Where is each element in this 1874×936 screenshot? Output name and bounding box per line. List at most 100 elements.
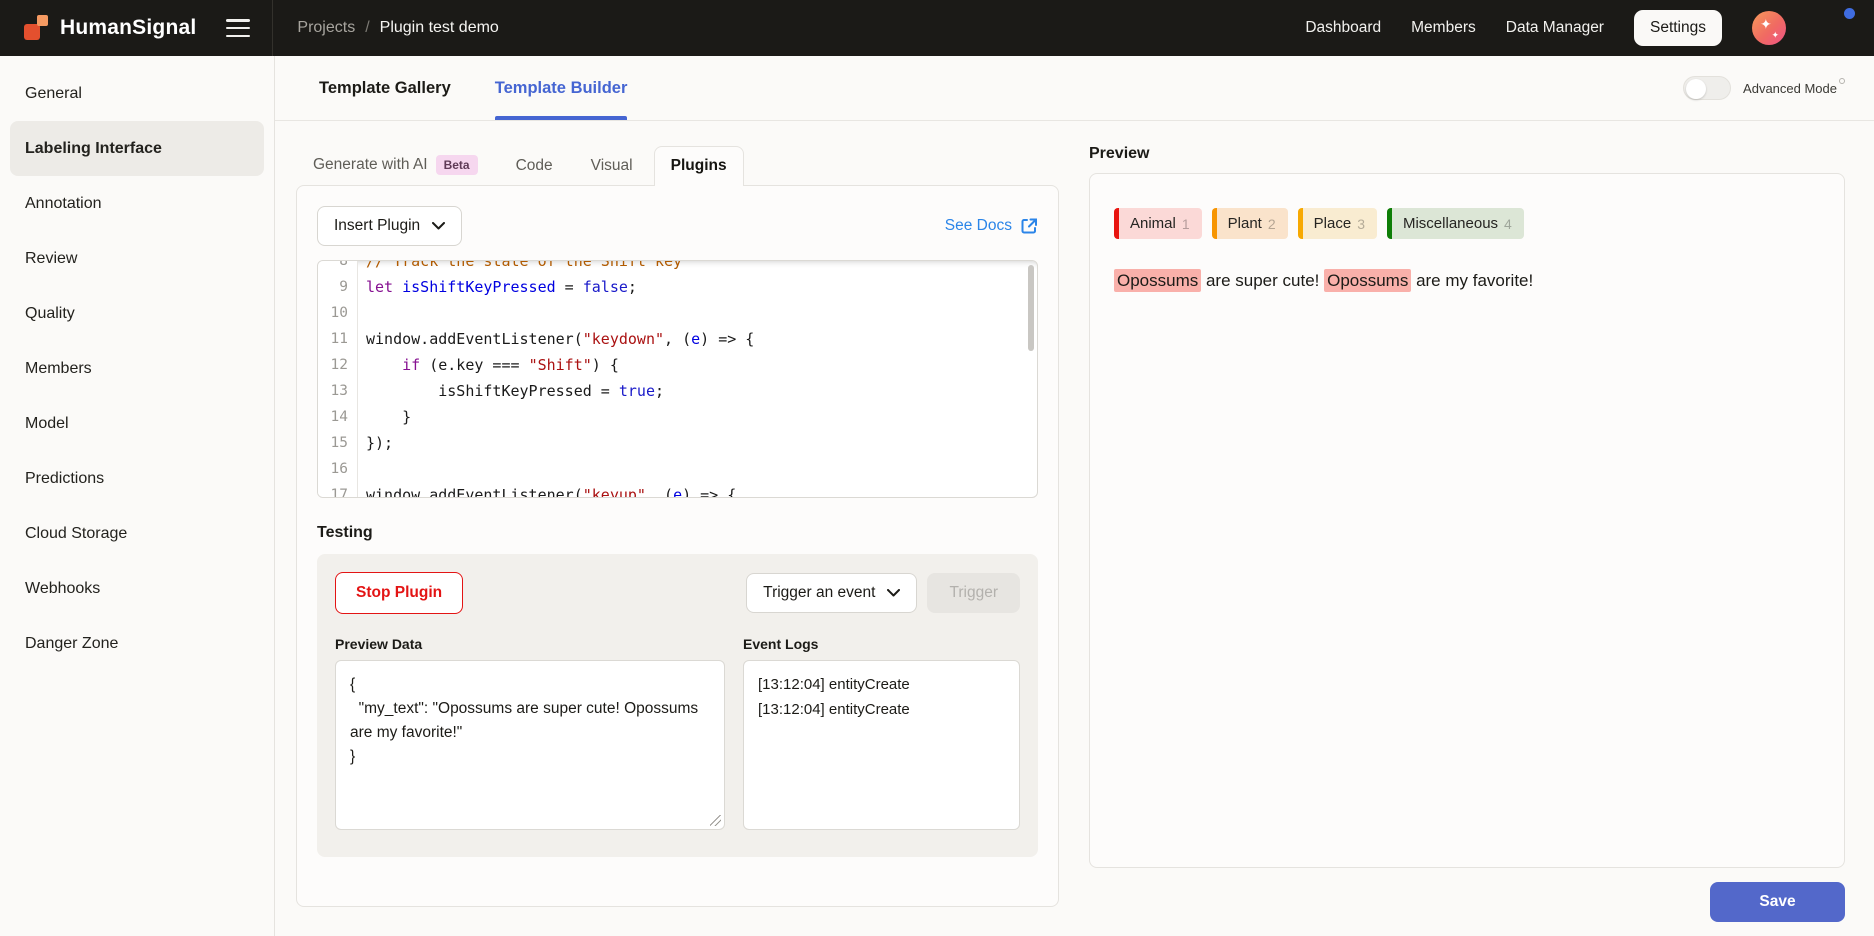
code-content: } <box>358 404 411 430</box>
trigger-button[interactable]: Trigger <box>927 573 1020 613</box>
nav-item-settings[interactable]: Settings <box>1634 10 1722 46</box>
sidebar-item-general[interactable]: General <box>10 66 264 121</box>
label-hotkey: 3 <box>1357 216 1377 232</box>
code-line: 15}); <box>318 430 1037 456</box>
template-tabs-header: Template Gallery Template Builder Advance… <box>275 56 1874 121</box>
code-content: window.addEventListener("keyup", (e) => … <box>358 482 736 498</box>
brand-name: HumanSignal <box>60 16 196 40</box>
preview-data-label: Preview Data <box>335 636 725 652</box>
label-name: Miscellaneous <box>1392 215 1504 232</box>
sidebar-item-predictions[interactable]: Predictions <box>10 451 264 506</box>
code-content: }); <box>358 430 393 456</box>
resize-handle-icon[interactable] <box>710 815 721 826</box>
hamburger-menu-icon[interactable] <box>226 19 250 37</box>
highlighted-region[interactable]: Opossums <box>1114 269 1201 292</box>
chevron-down-icon <box>432 222 445 230</box>
subtab-label: Visual <box>591 157 633 175</box>
line-number: 13 <box>318 378 358 404</box>
code-content: window.addEventListener("keydown", (e) =… <box>358 326 754 352</box>
event-logs-box: [13:12:04] entityCreate[13:12:04] entity… <box>743 660 1020 830</box>
line-number: 17 <box>318 482 358 498</box>
stop-plugin-button[interactable]: Stop Plugin <box>335 572 463 614</box>
event-log-entry: [13:12:04] entityCreate <box>758 698 1005 723</box>
line-number: 8 <box>318 260 358 274</box>
sidebar-item-cloud-storage[interactable]: Cloud Storage <box>10 506 264 561</box>
label-tag-place[interactable]: Place3 <box>1298 208 1377 239</box>
preview-data-textarea[interactable]: { "my_text": "Opossums are super cute! O… <box>335 660 725 830</box>
code-line: 11window.addEventListener("keydown", (e)… <box>318 326 1037 352</box>
nav-item-dashboard[interactable]: Dashboard <box>1305 19 1381 37</box>
trigger-event-select[interactable]: Trigger an event <box>746 573 917 613</box>
code-line: 17window.addEventListener("keyup", (e) =… <box>318 482 1037 498</box>
testing-panel: Stop Plugin Trigger an event Trigger <box>317 554 1038 857</box>
code-content: if (e.key === "Shift") { <box>358 352 619 378</box>
info-dot-icon <box>1839 78 1845 84</box>
template-tabs: Template Gallery Template Builder <box>319 56 627 120</box>
settings-sidebar: GeneralLabeling InterfaceAnnotationRevie… <box>0 56 275 936</box>
subtab-label: Plugins <box>671 157 727 175</box>
user-avatar[interactable] <box>1816 9 1854 47</box>
tab-template-gallery[interactable]: Template Gallery <box>319 56 451 120</box>
breadcrumb-projects-link[interactable]: Projects <box>297 19 355 37</box>
code-content <box>358 300 366 326</box>
highlighted-region[interactable]: Opossums <box>1324 269 1411 292</box>
breadcrumb-separator: / <box>365 19 369 37</box>
builder-subtabs: Generate with AI Beta Code Visual Plugins <box>296 141 1059 185</box>
code-content <box>358 456 366 482</box>
label-hotkey: 1 <box>1182 216 1202 232</box>
sidebar-item-labeling-interface[interactable]: Labeling Interface <box>10 121 264 176</box>
line-number: 16 <box>318 456 358 482</box>
template-builder-section: Generate with AI Beta Code Visual Plugins In… <box>296 121 1059 936</box>
plugins-panel: Insert Plugin See Docs <box>296 185 1059 907</box>
advanced-mode-control: Advanced Mode <box>1683 76 1845 100</box>
subtab-code[interactable]: Code <box>499 146 570 185</box>
nav-item-members[interactable]: Members <box>1411 19 1476 37</box>
nav-item-data-manager[interactable]: Data Manager <box>1506 19 1604 37</box>
code-content: isShiftKeyPressed = true; <box>358 378 664 404</box>
sidebar-item-danger-zone[interactable]: Danger Zone <box>10 616 264 671</box>
top-nav: Dashboard Members Data Manager Settings <box>1305 10 1722 46</box>
ai-assistant-button[interactable]: ✦✦ <box>1752 11 1786 45</box>
advanced-mode-toggle[interactable] <box>1683 76 1731 100</box>
sidebar-item-quality[interactable]: Quality <box>10 286 264 341</box>
code-line: 14 } <box>318 404 1037 430</box>
subtab-label: Generate with AI <box>313 156 428 174</box>
label-hotkey: 4 <box>1504 216 1524 232</box>
line-number: 11 <box>318 326 358 352</box>
sidebar-item-webhooks[interactable]: Webhooks <box>10 561 264 616</box>
breadcrumb: Projects / Plugin test demo <box>297 19 498 37</box>
top-bar: HumanSignal Projects / Plugin test demo … <box>0 0 1874 56</box>
subtab-generate-with-ai[interactable]: Generate with AI Beta <box>296 144 495 185</box>
preview-section: Preview Animal1Plant2Place3Miscellaneous… <box>1089 121 1845 936</box>
see-docs-link[interactable]: See Docs <box>945 217 1038 235</box>
save-button[interactable]: Save <box>1710 882 1845 922</box>
annotated-text: Opossums are super cute! Opossums are my… <box>1114 267 1820 294</box>
label-tag-animal[interactable]: Animal1 <box>1114 208 1202 239</box>
sidebar-item-members[interactable]: Members <box>10 341 264 396</box>
sidebar-item-annotation[interactable]: Annotation <box>10 176 264 231</box>
sidebar-item-review[interactable]: Review <box>10 231 264 286</box>
sidebar-item-model[interactable]: Model <box>10 396 264 451</box>
line-number: 15 <box>318 430 358 456</box>
event-log-entry: [13:12:04] entityCreate <box>758 673 1005 698</box>
tab-template-builder[interactable]: Template Builder <box>495 56 628 120</box>
code-line: 16 <box>318 456 1037 482</box>
code-line: 9let isShiftKeyPressed = false; <box>318 274 1037 300</box>
line-number: 9 <box>318 274 358 300</box>
code-content: let isShiftKeyPressed = false; <box>358 274 637 300</box>
beta-badge: Beta <box>436 155 478 175</box>
subtab-visual[interactable]: Visual <box>574 146 650 185</box>
subtab-label: Code <box>516 157 553 175</box>
label-hotkey: 2 <box>1268 216 1288 232</box>
line-number: 14 <box>318 404 358 430</box>
label-tag-miscellaneous[interactable]: Miscellaneous4 <box>1387 208 1524 239</box>
humansignal-logo-icon <box>24 15 50 41</box>
subtab-plugins[interactable]: Plugins <box>654 146 744 186</box>
label-tag-plant[interactable]: Plant2 <box>1212 208 1288 239</box>
insert-plugin-dropdown[interactable]: Insert Plugin <box>317 206 462 246</box>
editor-scrollbar[interactable] <box>1028 265 1034 351</box>
plugin-code-editor[interactable]: 8// Track the state of the Shift key9let… <box>317 260 1038 498</box>
preview-panel: Animal1 Plant2 Place3 Miscellaneous4 Opossu… <box>1089 173 1845 868</box>
code-line: 12 if (e.key === "Shift") { <box>318 352 1037 378</box>
event-logs-label: Event Logs <box>743 636 1020 652</box>
